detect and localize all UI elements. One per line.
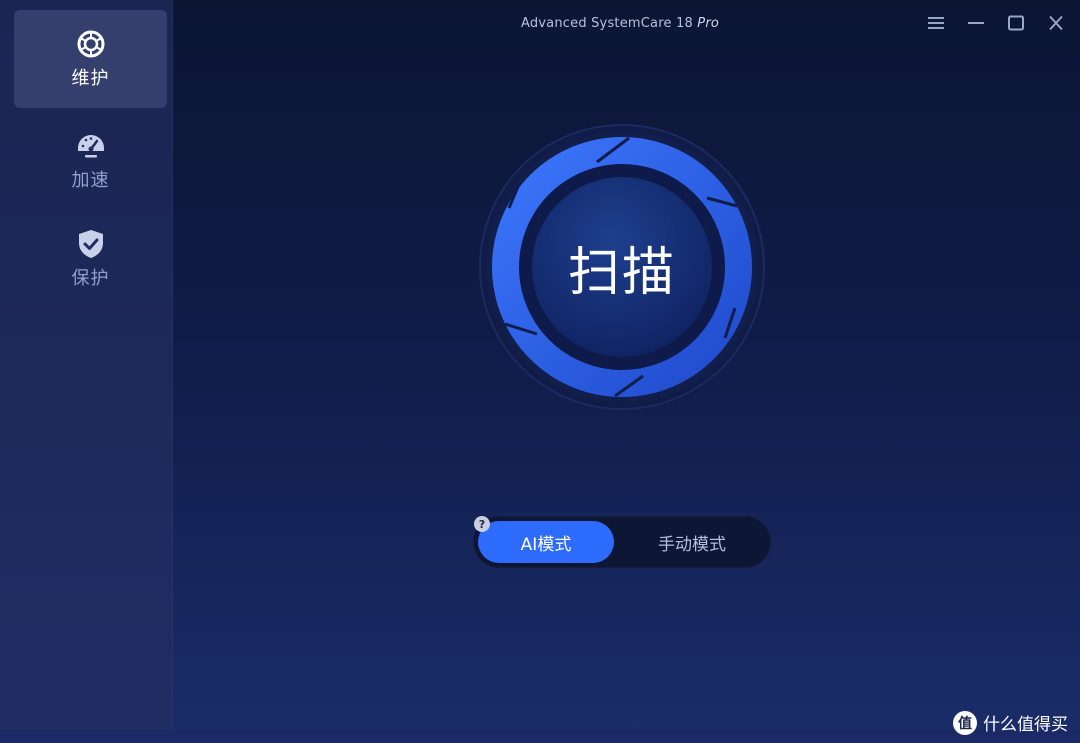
watermark-logo-icon: 值 xyxy=(953,710,977,735)
manual-mode-button[interactable]: 手动模式 xyxy=(619,521,765,563)
window-title: Advanced SystemCare 18 Pro xyxy=(440,16,800,31)
shield-check-icon xyxy=(75,228,107,260)
watermark: 值 什么值得买 xyxy=(953,710,1068,735)
help-icon[interactable]: ? xyxy=(474,516,490,532)
app-window: 维护 加速 保护 Advanced SystemCare 18 Pro 扫描 A… xyxy=(0,0,1080,743)
scan-ring-graphic xyxy=(479,124,765,410)
menu-icon[interactable] xyxy=(926,12,946,34)
sidebar-item-label: 维护 xyxy=(71,68,110,89)
minimize-icon[interactable] xyxy=(966,12,986,34)
maximize-icon[interactable] xyxy=(1006,12,1026,34)
sidebar: 维护 加速 保护 xyxy=(0,0,173,730)
scan-button[interactable]: 扫描 xyxy=(479,124,765,410)
mode-toggle: AI模式 手动模式 xyxy=(473,516,771,568)
bottom-strip xyxy=(0,730,1080,743)
title-edition: Pro xyxy=(697,16,720,31)
title-text: Advanced SystemCare 18 xyxy=(520,16,693,31)
sidebar-item-label: 保护 xyxy=(71,268,110,289)
speedometer-icon xyxy=(75,130,107,162)
watermark-text: 什么值得买 xyxy=(983,715,1068,735)
sidebar-item-protect[interactable]: 保护 xyxy=(14,210,167,308)
sidebar-item-speedup[interactable]: 加速 xyxy=(14,112,167,210)
sidebar-item-label: 加速 xyxy=(71,170,110,191)
close-icon[interactable] xyxy=(1046,12,1066,34)
maintenance-icon xyxy=(75,28,107,60)
sidebar-item-maintenance[interactable]: 维护 xyxy=(14,10,167,108)
window-controls xyxy=(926,12,1066,34)
ai-mode-button[interactable]: AI模式 xyxy=(478,521,614,563)
